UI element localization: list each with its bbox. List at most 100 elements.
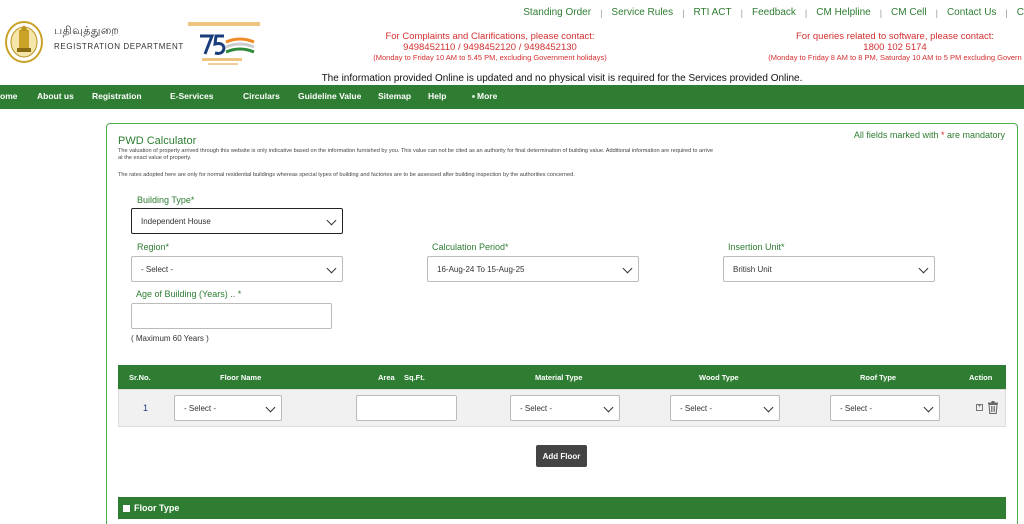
link-service-rules[interactable]: Service Rules bbox=[602, 7, 682, 18]
col-wood-type: Wood Type bbox=[699, 373, 739, 382]
nav-about-us[interactable]: About us bbox=[37, 91, 74, 101]
nav-e-services[interactable]: E-Services bbox=[170, 91, 213, 101]
floor-type-section-label: Floor Type bbox=[134, 503, 180, 513]
floor-name-select[interactable]: - Select - bbox=[174, 395, 282, 421]
insertion-unit-select[interactable]: British Unit bbox=[723, 256, 935, 282]
col-area: Area bbox=[378, 373, 395, 382]
link-cm-helpline[interactable]: CM Helpline bbox=[807, 7, 879, 18]
disclaimer-text: The valuation of property arrived throug… bbox=[118, 148, 714, 161]
page: பதிவுத்துறை REGISTRATION DEPARTMENT Stan… bbox=[0, 0, 1024, 524]
required-star: * bbox=[781, 242, 785, 252]
nav-home[interactable]: ome bbox=[0, 91, 17, 101]
dept-tamil: பதிவுத்துறை bbox=[54, 25, 120, 37]
calculation-period-label-text: Calculation Period bbox=[432, 242, 506, 252]
building-type-select[interactable]: Independent House bbox=[131, 208, 343, 234]
age-of-building-input[interactable] bbox=[131, 303, 332, 329]
calculation-period-select[interactable]: 16-Aug-24 To 15-Aug-25 bbox=[427, 256, 639, 282]
nav-circulars[interactable]: Circulars bbox=[243, 91, 280, 101]
section-square-icon bbox=[123, 504, 130, 512]
rates-note-text: The rates adopted here are only for norm… bbox=[118, 172, 575, 178]
col-action: Action bbox=[969, 373, 993, 382]
chevron-down-icon bbox=[603, 402, 614, 413]
chevron-down-icon bbox=[326, 215, 337, 226]
floor-name-value: - Select - bbox=[184, 403, 217, 413]
required-star: * bbox=[165, 242, 170, 252]
nav-help[interactable]: Help bbox=[428, 91, 446, 101]
complaints-contact: For Complaints and Clarifications, pleas… bbox=[350, 31, 630, 62]
nav-guideline-value[interactable]: Guideline Value bbox=[298, 91, 361, 101]
floor-table-header: Sr.No. Floor Name Area Sq.Ft. Material T… bbox=[118, 365, 1006, 389]
complaints-hours: (Monday to Friday 10 AM to 5.45 PM, excl… bbox=[373, 53, 607, 62]
chevron-down-icon bbox=[622, 263, 633, 274]
building-type-label: Building Type* bbox=[137, 195, 194, 205]
col-floor-name: Floor Name bbox=[220, 373, 262, 382]
required-star: * bbox=[237, 289, 242, 299]
top-links-bar: Standing Order | Service Rules | RTI ACT | … bbox=[514, 7, 1024, 18]
nav-more[interactable]: More bbox=[477, 91, 497, 101]
region-value: - Select - bbox=[141, 264, 174, 274]
link-cm-cell[interactable]: CM Cell bbox=[882, 7, 936, 18]
chevron-down-icon bbox=[918, 263, 929, 274]
add-floor-button[interactable]: Add Floor bbox=[536, 445, 587, 467]
mandatory-note: All fields marked with * are mandatory bbox=[854, 130, 1005, 140]
col-roof-type: Roof Type bbox=[860, 373, 897, 382]
calculation-period-value: 16-Aug-24 To 15-Aug-25 bbox=[437, 264, 525, 274]
region-label: Region* bbox=[137, 242, 169, 252]
main-nav: ome About us Registration E-Services Cir… bbox=[0, 85, 1024, 109]
link-standing-order[interactable]: Standing Order bbox=[514, 7, 600, 18]
required-star: * bbox=[190, 195, 195, 205]
age-of-building-label: Age of Building (Years) .. * bbox=[136, 289, 241, 299]
age-max-hint: ( Maximum 60 Years ) bbox=[131, 334, 209, 343]
complaints-line1: For Complaints and Clarifications, pleas… bbox=[385, 31, 595, 42]
insertion-unit-value: British Unit bbox=[733, 264, 772, 274]
mandatory-suffix: are mandatory bbox=[944, 130, 1005, 140]
software-contact: For queries related to software, please … bbox=[750, 31, 1024, 62]
page-title: PWD Calculator bbox=[118, 135, 197, 147]
nav-registration[interactable]: Registration bbox=[92, 91, 142, 101]
calculation-period-label: Calculation Period* bbox=[432, 242, 509, 252]
chevron-down-icon bbox=[763, 402, 774, 413]
table-row: 1 - Select - - Select - - Select - - Sel… bbox=[118, 389, 1006, 427]
link-contact-us[interactable]: Contact Us bbox=[938, 7, 1005, 18]
software-hours: (Monday to Friday 8 AM to 8 PM, Saturday… bbox=[768, 53, 1022, 62]
building-type-value: Independent House bbox=[141, 216, 211, 226]
link-feedback[interactable]: Feedback bbox=[743, 7, 805, 18]
software-phone: 1800 102 5174 bbox=[863, 42, 927, 53]
insertion-unit-label-text: Insertion Unit bbox=[728, 242, 782, 252]
col-sr-no: Sr.No. bbox=[129, 373, 151, 382]
link-rti-act[interactable]: RTI ACT bbox=[684, 7, 740, 18]
material-type-value: - Select - bbox=[520, 403, 553, 413]
col-material-type: Material Type bbox=[535, 373, 583, 382]
roof-type-select[interactable]: - Select - bbox=[830, 395, 940, 421]
tamilnadu-emblem-icon bbox=[5, 21, 43, 63]
required-star: * bbox=[505, 242, 509, 252]
insertion-unit-label: Insertion Unit* bbox=[728, 242, 785, 252]
department-name: பதிவுத்துறை REGISTRATION DEPARTMENT bbox=[54, 25, 184, 51]
wood-type-value: - Select - bbox=[680, 403, 713, 413]
add-row-icon[interactable]: + bbox=[976, 404, 983, 411]
area-input[interactable] bbox=[356, 395, 457, 421]
region-select[interactable]: - Select - bbox=[131, 256, 343, 282]
wood-type-select[interactable]: - Select - bbox=[670, 395, 780, 421]
online-notice: The information provided Online is updat… bbox=[321, 73, 803, 84]
software-line1: For queries related to software, please … bbox=[795, 31, 995, 42]
chevron-down-icon bbox=[923, 402, 934, 413]
trash-icon[interactable] bbox=[987, 401, 999, 414]
independence-75-logo-icon bbox=[188, 22, 260, 65]
chevron-down-icon bbox=[265, 402, 276, 413]
building-type-label-text: Building Type bbox=[137, 195, 191, 205]
row-sr-no: 1 bbox=[143, 403, 149, 413]
col-sqft: Sq.Ft. bbox=[404, 373, 425, 382]
material-type-select[interactable]: - Select - bbox=[510, 395, 620, 421]
nav-sitemap[interactable]: Sitemap bbox=[378, 91, 411, 101]
chevron-down-icon bbox=[326, 263, 337, 274]
floor-type-section-header[interactable]: Floor Type bbox=[118, 497, 1006, 519]
site-header: பதிவுத்துறை REGISTRATION DEPARTMENT Stan… bbox=[0, 0, 1024, 86]
mandatory-prefix: All fields marked with bbox=[853, 130, 941, 140]
roof-type-value: - Select - bbox=[840, 403, 873, 413]
link-truncated[interactable]: C bbox=[1008, 7, 1024, 18]
region-label-text: Region bbox=[137, 242, 166, 252]
nav-more-dot-icon bbox=[472, 95, 475, 98]
dept-english: REGISTRATION DEPARTMENT bbox=[54, 42, 184, 51]
age-label-text: Age of Building (Years) .. bbox=[136, 289, 238, 299]
